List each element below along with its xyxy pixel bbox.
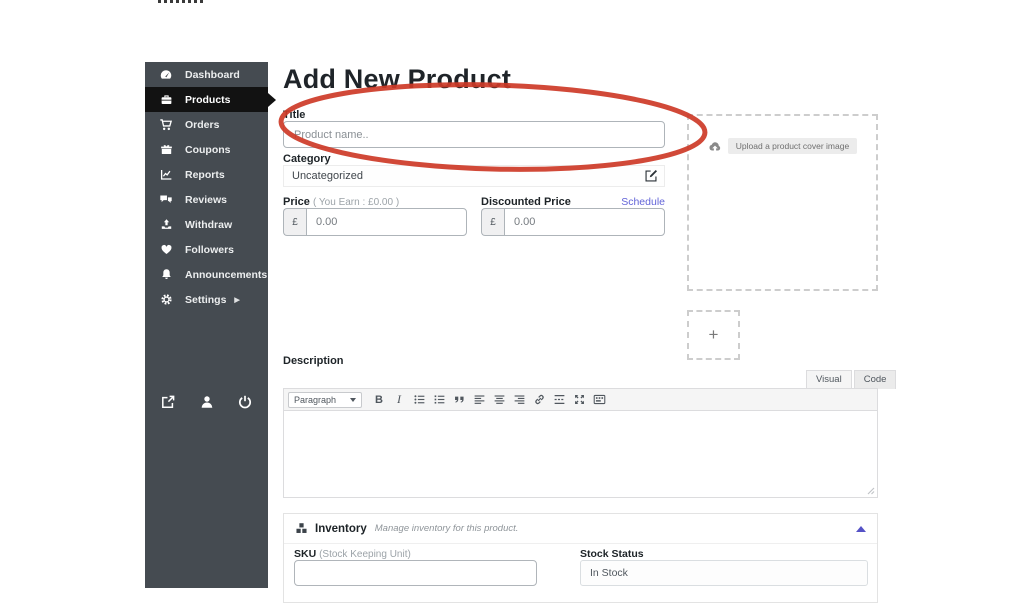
inventory-subtitle: Manage inventory for this product.: [374, 523, 519, 534]
external-link-icon[interactable]: [160, 394, 176, 410]
sidebar-footer: [145, 394, 268, 410]
edit-icon[interactable]: [644, 169, 658, 183]
sidebar-item-label: Announcements: [185, 268, 268, 281]
products-icon: [159, 93, 173, 107]
sidebar-item-label: Orders: [185, 118, 220, 131]
cart-icon: [159, 118, 173, 132]
bullet-list-icon[interactable]: [410, 392, 428, 408]
category-label: Category: [283, 153, 331, 165]
sidebar-item-label: Reviews: [185, 193, 228, 206]
editor-toolbar: Paragraph B I: [284, 389, 877, 411]
stock-status-select[interactable]: In Stock: [580, 560, 868, 586]
sidebar-item-announcements[interactable]: Announcements: [145, 262, 268, 287]
title-label: Title: [283, 109, 306, 121]
user-icon[interactable]: [199, 394, 215, 410]
inventory-header[interactable]: Inventory Manage inventory for this prod…: [284, 514, 877, 544]
cloud-upload-icon: [708, 140, 722, 152]
discounted-price-label: Discounted Price Schedule: [481, 196, 665, 208]
description-editor: Paragraph B I: [283, 388, 878, 498]
chevron-up-icon[interactable]: [856, 525, 866, 532]
cropped-top-artifact: [158, 0, 204, 3]
sidebar-item-label: Reports: [185, 168, 225, 181]
tab-visual[interactable]: Visual: [806, 370, 852, 389]
align-center-icon[interactable]: [490, 392, 508, 408]
gift-icon: [159, 143, 173, 157]
align-left-icon[interactable]: [470, 392, 488, 408]
link-icon[interactable]: [530, 392, 548, 408]
add-gallery-image-button[interactable]: +: [687, 310, 740, 360]
chevron-down-icon: [350, 397, 356, 402]
fullscreen-icon[interactable]: [570, 392, 588, 408]
stock-status-value: In Stock: [590, 567, 628, 579]
price-earn-hint: ( You Earn : £0.00 ): [312, 197, 400, 208]
plus-icon: +: [708, 325, 719, 344]
description-label: Description: [283, 355, 344, 367]
resize-handle[interactable]: [865, 485, 875, 495]
sku-label-text: SKU: [294, 548, 317, 560]
sidebar-item-settings[interactable]: Settings ▶: [145, 287, 268, 312]
product-title-input[interactable]: [283, 121, 665, 148]
stock-status-label: Stock Status: [580, 548, 644, 560]
chart-icon: [159, 168, 173, 182]
discounted-price-input-group: £: [481, 208, 665, 236]
inventory-title: Inventory: [315, 522, 367, 535]
price-label: Price ( You Earn : £0.00 ): [283, 196, 399, 208]
vendor-sidebar: Dashboard Products Orders Coupons Report…: [145, 62, 268, 588]
price-label-text: Price: [283, 196, 310, 208]
sidebar-item-label: Coupons: [185, 143, 231, 156]
sidebar-item-label: Dashboard: [185, 68, 240, 81]
sidebar-item-label: Followers: [185, 243, 235, 256]
editor-mode-tabs: Visual Code: [806, 370, 897, 389]
sku-input[interactable]: [294, 560, 537, 586]
dashboard-icon: [159, 68, 173, 82]
sidebar-item-label: Withdraw: [185, 218, 233, 231]
category-row[interactable]: Uncategorized: [283, 165, 665, 187]
bold-icon[interactable]: B: [370, 392, 388, 408]
read-more-icon[interactable]: [550, 392, 568, 408]
gear-icon: [159, 293, 173, 307]
paragraph-dropdown-value: Paragraph: [294, 394, 337, 405]
bell-icon: [159, 268, 173, 282]
italic-icon[interactable]: I: [390, 392, 408, 408]
schedule-link[interactable]: Schedule: [621, 196, 665, 208]
cover-image-dropzone[interactable]: Upload a product cover image: [687, 114, 878, 291]
sku-label: SKU (Stock Keeping Unit): [294, 548, 411, 560]
upload-icon: [159, 218, 173, 232]
sidebar-item-coupons[interactable]: Coupons: [145, 137, 268, 162]
sidebar-item-reviews[interactable]: Reviews: [145, 187, 268, 212]
power-icon[interactable]: [237, 394, 253, 410]
price-input-group: £: [283, 208, 467, 236]
sidebar-item-reports[interactable]: Reports: [145, 162, 268, 187]
description-textarea[interactable]: [284, 411, 877, 497]
upload-cover-button[interactable]: Upload a product cover image: [689, 138, 876, 154]
toolbar-toggle-icon[interactable]: [590, 392, 608, 408]
submenu-caret-icon: ▶: [234, 296, 240, 304]
ordered-list-icon[interactable]: [430, 392, 448, 408]
tab-code[interactable]: Code: [853, 370, 897, 389]
paragraph-dropdown[interactable]: Paragraph: [288, 391, 362, 408]
sidebar-item-products[interactable]: Products: [145, 87, 268, 112]
discounted-price-label-text: Discounted Price: [481, 196, 571, 208]
currency-addon: £: [283, 208, 306, 236]
sidebar-item-label: Products: [185, 93, 231, 106]
sidebar-item-withdraw[interactable]: Withdraw: [145, 212, 268, 237]
sidebar-item-dashboard[interactable]: Dashboard: [145, 62, 268, 87]
blockquote-icon[interactable]: [450, 392, 468, 408]
sku-hint: (Stock Keeping Unit): [319, 549, 411, 560]
discounted-price-input[interactable]: [504, 208, 665, 236]
sidebar-item-followers[interactable]: Followers: [145, 237, 268, 262]
page-title: Add New Product: [283, 64, 512, 94]
sidebar-item-orders[interactable]: Orders: [145, 112, 268, 137]
comments-icon: [159, 193, 173, 207]
heart-icon: [159, 243, 173, 257]
align-right-icon[interactable]: [510, 392, 528, 408]
currency-addon: £: [481, 208, 504, 236]
sidebar-item-label: Settings: [185, 293, 227, 306]
category-value: Uncategorized: [292, 170, 363, 182]
upload-cover-label: Upload a product cover image: [727, 138, 858, 154]
price-input[interactable]: [306, 208, 467, 236]
cubes-icon: [295, 522, 308, 535]
